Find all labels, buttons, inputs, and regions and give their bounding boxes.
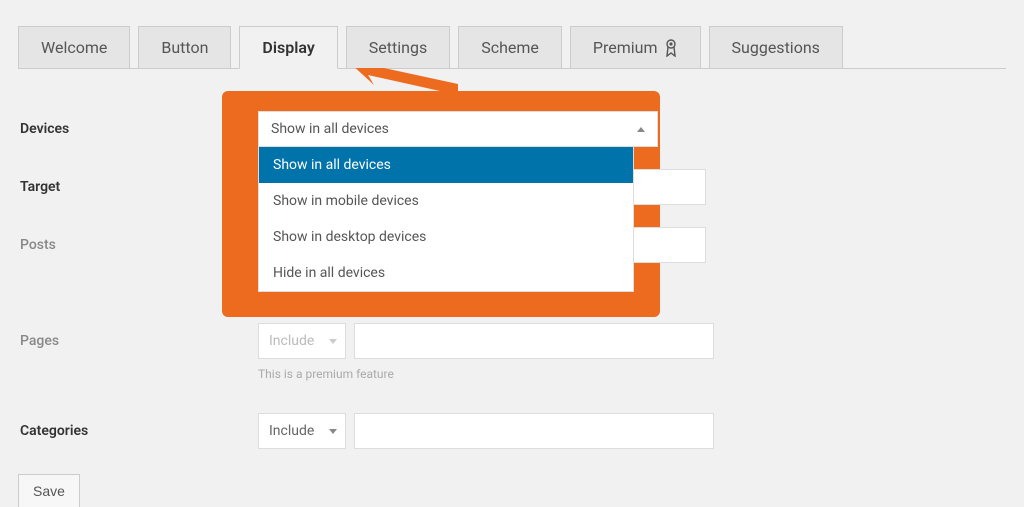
form-area: Devices Show in all devices Show in all …	[18, 69, 1006, 451]
pages-input[interactable]	[354, 323, 714, 359]
devices-option-all[interactable]: Show in all devices	[259, 147, 633, 183]
save-button[interactable]: Save	[18, 474, 80, 507]
devices-select-value: Show in all devices	[271, 121, 389, 137]
chevron-down-icon	[329, 429, 337, 434]
pages-include-value: Include	[269, 333, 314, 349]
categories-include-value: Include	[269, 423, 314, 439]
label-devices: Devices	[18, 121, 258, 137]
label-posts: Posts	[18, 237, 258, 253]
tab-scheme[interactable]: Scheme	[458, 26, 562, 68]
chevron-down-icon	[329, 339, 337, 344]
tab-label: Premium	[593, 38, 658, 57]
tab-label: Settings	[369, 38, 427, 57]
tab-button[interactable]: Button	[138, 26, 231, 68]
ribbon-icon	[664, 39, 678, 57]
row-categories: Categories Include	[18, 411, 1006, 451]
tab-welcome[interactable]: Welcome	[18, 26, 130, 68]
chevron-up-icon	[637, 127, 645, 132]
pages-include-select: Include	[258, 323, 346, 359]
tabs-row: Welcome Button Display Settings Scheme P…	[18, 26, 1006, 69]
devices-option-mobile[interactable]: Show in mobile devices	[259, 183, 633, 219]
label-pages: Pages	[18, 333, 258, 349]
categories-input[interactable]	[354, 413, 714, 449]
tab-label: Button	[161, 38, 208, 57]
pages-hint: This is a premium feature	[258, 367, 1006, 381]
row-pages: Pages Include	[18, 321, 1006, 361]
tab-suggestions[interactable]: Suggestions	[709, 26, 843, 68]
tab-label: Display	[262, 38, 314, 57]
tab-label: Scheme	[481, 38, 539, 57]
devices-option-desktop[interactable]: Show in desktop devices	[259, 219, 633, 255]
tab-label: Welcome	[41, 38, 107, 57]
devices-select[interactable]: Show in all devices	[258, 111, 658, 147]
row-devices: Devices Show in all devices Show in all …	[18, 109, 1006, 149]
categories-include-select[interactable]: Include	[258, 413, 346, 449]
tab-settings[interactable]: Settings	[346, 26, 450, 68]
tab-label: Suggestions	[732, 38, 820, 57]
label-categories: Categories	[18, 423, 258, 439]
devices-option-hide[interactable]: Hide in all devices	[259, 255, 633, 291]
devices-listbox: Show in all devices Show in mobile devic…	[258, 147, 634, 292]
tab-display[interactable]: Display	[239, 26, 337, 69]
label-target: Target	[18, 179, 258, 195]
tab-premium[interactable]: Premium	[570, 26, 701, 68]
